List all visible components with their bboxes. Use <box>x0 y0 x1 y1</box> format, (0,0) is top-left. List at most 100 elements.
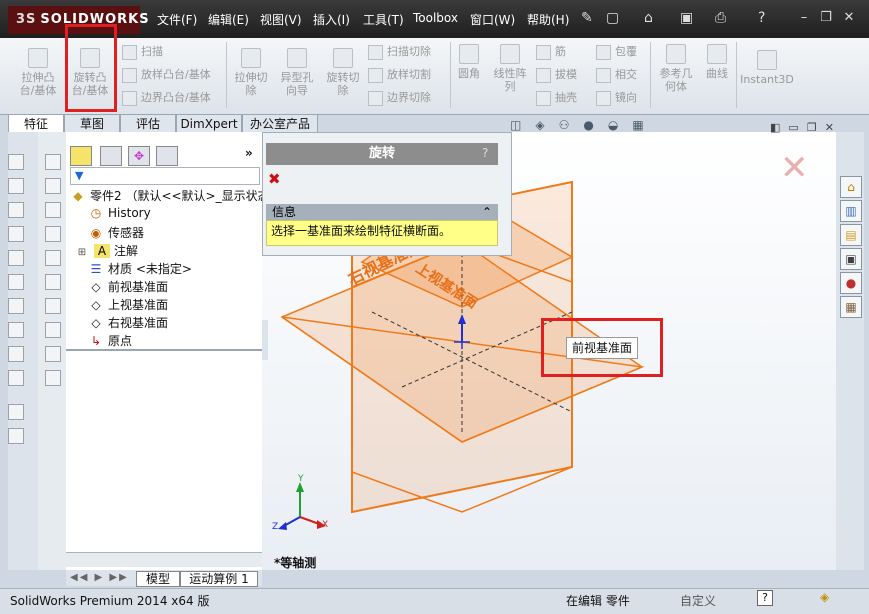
tree-item-sensors[interactable]: ◉ 传感器 <box>88 224 144 241</box>
property-manager-tab-icon[interactable] <box>100 146 122 166</box>
property-manager-help-icon[interactable]: ? <box>482 146 488 160</box>
file-explorer-icon[interactable]: ▤ <box>840 224 862 246</box>
toolbar-tool-icon[interactable] <box>8 346 24 362</box>
tree-rollback-bar[interactable] <box>66 349 262 351</box>
status-help-icon[interactable]: ? <box>757 590 773 606</box>
menu-window[interactable]: 窗口(W) <box>470 11 515 28</box>
message-header[interactable]: 信息 ⌃ <box>266 204 498 220</box>
lofted-cut-button[interactable]: 放样切割 <box>368 66 431 83</box>
viewport-minimize-icon[interactable]: ▭ <box>788 121 798 134</box>
menu-edit[interactable]: 编辑(E) <box>208 11 249 28</box>
minimize-icon[interactable]: – <box>795 10 813 26</box>
help-icon[interactable]: ? <box>758 10 765 26</box>
rib-button[interactable]: 筋 <box>536 43 566 60</box>
scene-icon[interactable]: ◒ <box>608 118 618 132</box>
tab-motion-study[interactable]: 运动算例 1 <box>180 571 258 587</box>
sweep-button[interactable]: 扫描 <box>122 43 163 60</box>
menu-tools[interactable]: 工具(T) <box>363 11 404 28</box>
cancel-confirm-corner-icon[interactable]: ✕ <box>780 151 809 185</box>
toolbar-tool-icon[interactable] <box>45 370 61 386</box>
mirror-button[interactable]: 镜向 <box>596 89 637 106</box>
tree-filter-input[interactable]: ▼ <box>70 167 260 185</box>
boundary-boss-button[interactable]: 边界凸台/基体 <box>122 89 211 106</box>
tree-root-part[interactable]: ◆ 零件2 （默认<<默认>_显示状态 <box>70 187 269 204</box>
toolbar-tool-icon[interactable] <box>45 202 61 218</box>
view-palette-icon[interactable]: ▣ <box>840 248 862 270</box>
loft-boss-button[interactable]: 放样凸台/基体 <box>122 66 211 83</box>
revolve-cut-button[interactable]: 旋转切 除 <box>321 48 365 97</box>
toolbar-tool-icon[interactable] <box>8 202 24 218</box>
linear-pattern-button[interactable]: 线性阵 列 <box>488 44 532 93</box>
status-rebuild-icon[interactable]: ◈ <box>820 590 829 604</box>
toolbar-tool-icon[interactable] <box>8 370 24 386</box>
menu-insert[interactable]: 插入(I) <box>313 11 350 28</box>
cancel-icon[interactable]: ✖ <box>268 170 281 188</box>
tree-item-annotations[interactable]: ⊞ A 注解 <box>74 242 138 259</box>
toolbar-tool-icon[interactable] <box>8 250 24 266</box>
toolbar-tool-icon[interactable] <box>8 298 24 314</box>
design-library-icon[interactable]: ▥ <box>840 200 862 222</box>
toolbar-tool-icon[interactable] <box>45 226 61 242</box>
toolbar-tool-icon[interactable] <box>45 298 61 314</box>
tree-item-right-plane[interactable]: ◇ 右视基准面 <box>88 314 168 331</box>
status-custom[interactable]: 自定义 <box>680 592 716 609</box>
panel-splitter-handle[interactable] <box>262 320 268 360</box>
pin-icon[interactable]: ✎ <box>581 10 593 26</box>
menu-help[interactable]: 帮助(H) <box>527 11 569 28</box>
toolbar-tool-icon[interactable] <box>8 274 24 290</box>
custom-properties-icon[interactable]: ▦ <box>840 296 862 318</box>
toolbar-tool-icon[interactable] <box>45 322 61 338</box>
draft-button[interactable]: 拔模 <box>536 66 577 83</box>
toolbar-tool-icon[interactable] <box>45 274 61 290</box>
toolbar-tool-icon[interactable] <box>45 346 61 362</box>
tab-dimxpert[interactable]: DimXpert <box>176 114 242 132</box>
reference-geometry-button[interactable]: 参考几 何体 <box>654 44 698 93</box>
instant3d-button[interactable]: Instant3D <box>740 50 794 86</box>
menu-toolbox[interactable]: Toolbox <box>413 11 458 25</box>
new-document-icon[interactable]: ▢ <box>606 10 619 26</box>
toolbar-tool-icon[interactable] <box>45 154 61 170</box>
curves-button[interactable]: 曲线 <box>700 44 734 80</box>
restore-icon[interactable]: ❐ <box>817 10 835 26</box>
appearances-icon[interactable]: ● <box>840 272 862 294</box>
toolbar-tool-icon[interactable] <box>8 322 24 338</box>
close-icon[interactable]: ✕ <box>840 10 858 26</box>
configuration-tab-icon[interactable]: ✥ <box>128 146 150 166</box>
toolbar-tool-icon[interactable] <box>8 428 24 444</box>
hide-show-icon[interactable]: ⚇ <box>559 118 570 132</box>
viewport-restore-icon[interactable]: ❐ <box>807 121 817 134</box>
shell-button[interactable]: 抽壳 <box>536 89 577 106</box>
tree-item-origin[interactable]: ↳ 原点 <box>88 332 132 349</box>
toolbar-tool-icon[interactable] <box>8 178 24 194</box>
display-manager-tab-icon[interactable] <box>156 146 178 166</box>
toolbar-tool-icon[interactable] <box>45 250 61 266</box>
collapse-panel-icon[interactable]: » <box>245 146 253 160</box>
toolbar-tool-icon[interactable] <box>8 154 24 170</box>
tab-model[interactable]: 模型 <box>136 571 180 587</box>
menu-file[interactable]: 文件(F) <box>157 11 197 28</box>
hole-wizard-button[interactable]: 异型孔 向导 <box>274 48 320 97</box>
viewport-close-icon[interactable]: ✕ <box>825 121 834 134</box>
tree-item-front-plane[interactable]: ◇ 前视基准面 <box>88 278 168 295</box>
fillet-button[interactable]: 圆角 <box>452 44 486 80</box>
tree-item-material[interactable]: ☰ 材质 <未指定> <box>88 260 192 277</box>
boundary-cut-button[interactable]: 边界切除 <box>368 89 431 106</box>
menu-view[interactable]: 视图(V) <box>260 11 302 28</box>
print-icon[interactable]: ⎙ <box>715 10 726 26</box>
tab-features[interactable]: 特征 <box>8 114 64 132</box>
tab-scroll-arrows[interactable]: ◀◀ ▶ ▶▶ <box>70 572 129 583</box>
extrude-boss-button[interactable]: 拉伸凸 台/基体 <box>14 48 62 97</box>
wrap-button[interactable]: 包覆 <box>596 43 637 60</box>
view-orientation-icon[interactable]: ◫ <box>510 118 521 132</box>
tab-office-products[interactable]: 办公室产品 <box>242 114 318 132</box>
toolbar-tool-icon[interactable] <box>8 404 24 420</box>
appearance-icon[interactable]: ● <box>583 118 593 132</box>
toolbar-tool-icon[interactable] <box>8 226 24 242</box>
display-style-icon[interactable]: ◈ <box>535 118 544 132</box>
tree-horizontal-scrollbar[interactable] <box>66 552 262 567</box>
swept-cut-button[interactable]: 扫描切除 <box>368 43 431 60</box>
save-icon[interactable]: ▣ <box>680 10 693 26</box>
tree-item-history[interactable]: ◷ History <box>88 206 151 220</box>
feature-manager-tab-icon[interactable] <box>70 146 92 166</box>
intersect-button[interactable]: 相交 <box>596 66 637 83</box>
